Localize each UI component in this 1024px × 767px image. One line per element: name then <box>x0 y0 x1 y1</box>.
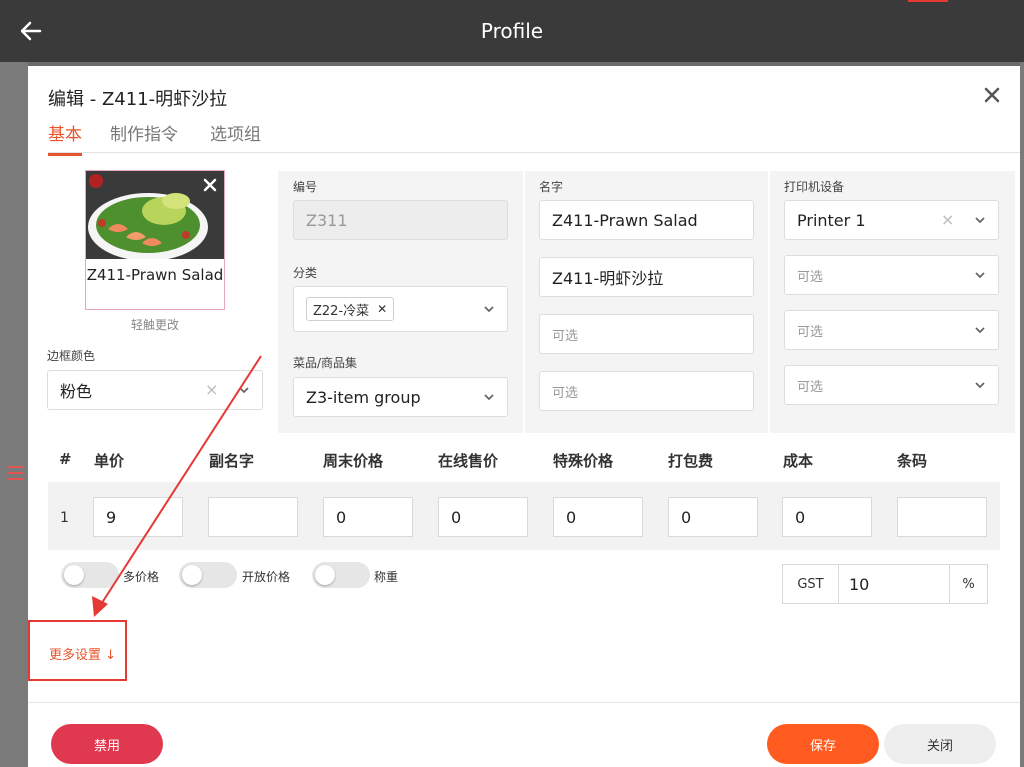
name-field-chinese[interactable]: Z411-明虾沙拉 <box>539 257 754 297</box>
tab-basic[interactable]: 基本 <box>48 120 82 156</box>
dialog-title: 编辑 - Z411-明虾沙拉 <box>48 89 228 110</box>
chevron-down-icon <box>484 306 494 313</box>
more-settings-link[interactable]: 更多设置 ↓ <box>49 644 116 663</box>
chevron-down-icon <box>975 327 985 334</box>
item-group-value: Z3-item group <box>306 387 421 407</box>
category-tag[interactable]: Z22-冷菜 ✕ <box>306 297 395 321</box>
barcode-input[interactable] <box>897 497 987 537</box>
clear-icon[interactable]: × <box>941 210 954 229</box>
chevron-down-icon <box>484 394 494 401</box>
name-value-chinese: Z411-明虾沙拉 <box>552 269 664 288</box>
column-header-packing-fee: 打包费 <box>668 452 714 470</box>
background-edge <box>1020 62 1024 767</box>
border-color-select[interactable]: 粉色 × <box>47 370 263 410</box>
disable-button[interactable]: 禁用 <box>51 724 163 764</box>
chevron-down-icon <box>975 382 985 389</box>
photo-item-name: Z411-Prawn Salad <box>86 266 224 284</box>
menu-icon[interactable] <box>8 466 24 480</box>
toggle-knob <box>315 565 335 585</box>
gst-input-group: GST 10 % <box>782 564 988 604</box>
open-price-toggle[interactable] <box>179 562 237 588</box>
column-header-barcode: 条码 <box>897 452 928 470</box>
column-header-weekend-price: 周末价格 <box>323 452 384 470</box>
tab-option-groups[interactable]: 选项组 <box>210 120 261 153</box>
placeholder-text: 可选 <box>797 379 824 395</box>
column-header-unit-price: 单价 <box>94 452 125 470</box>
special-price-input[interactable]: 0 <box>553 497 643 537</box>
column-header-cost: 成本 <box>783 452 814 470</box>
border-color-label: 边框颜色 <box>47 349 96 363</box>
photo-change-hint[interactable]: 轻触更改 <box>85 316 225 333</box>
column-header-online-price: 在线售价 <box>438 452 499 470</box>
category-label: 分类 <box>293 266 318 280</box>
code-value: Z311 <box>306 210 348 230</box>
printer-select-3[interactable]: 可选 <box>784 310 999 350</box>
printer-select-4[interactable]: 可选 <box>784 365 999 405</box>
tab-divider <box>48 152 1020 153</box>
cost-input[interactable]: 0 <box>782 497 872 537</box>
weighing-label: 称重 <box>374 570 399 584</box>
category-tag-label: Z22-冷菜 <box>313 303 370 319</box>
annotation-highlight-box: 更多设置 ↓ <box>28 620 127 681</box>
code-field: Z311 <box>293 200 508 240</box>
placeholder-text: 可选 <box>797 269 824 285</box>
item-group-label: 菜品/商品集 <box>293 356 358 370</box>
chevron-down-icon <box>975 272 985 279</box>
chevron-down-icon <box>975 217 985 224</box>
chevron-down-icon <box>239 387 249 394</box>
close-icon[interactable] <box>983 86 1001 104</box>
multi-price-label: 多价格 <box>123 570 160 584</box>
online-price-input[interactable]: 0 <box>438 497 528 537</box>
placeholder-text: 可选 <box>797 324 824 340</box>
border-color-value: 粉色 <box>60 382 93 401</box>
placeholder-text: 可选 <box>552 385 579 401</box>
remove-tag-icon[interactable]: ✕ <box>377 302 387 316</box>
clear-icon[interactable]: × <box>205 380 218 399</box>
item-group-select[interactable]: Z3-item group <box>293 377 508 417</box>
item-photo-card[interactable]: Z411-Prawn Salad <box>85 170 225 310</box>
code-label: 编号 <box>293 180 318 194</box>
tab-prep-instructions[interactable]: 制作指令 <box>110 120 178 153</box>
column-header-subname: 副名字 <box>209 452 255 470</box>
category-select[interactable]: Z22-冷菜 ✕ <box>293 286 508 332</box>
footer-divider <box>28 702 1020 703</box>
printer-select-1[interactable]: Printer 1 × <box>784 200 999 240</box>
open-price-label: 开放价格 <box>242 570 291 584</box>
gst-unit: % <box>949 565 987 603</box>
column-header-special-price: 特殊价格 <box>553 452 614 470</box>
remove-photo-icon[interactable] <box>203 178 217 192</box>
top-bar: Profile <box>0 0 1024 62</box>
notification-indicator <box>908 0 948 2</box>
printer-label: 打印机设备 <box>784 180 845 194</box>
save-button[interactable]: 保存 <box>767 724 879 764</box>
packing-fee-input[interactable]: 0 <box>668 497 758 537</box>
weighing-toggle[interactable] <box>312 562 370 588</box>
name-label: 名字 <box>539 180 564 194</box>
gst-label: GST <box>783 565 839 603</box>
multi-price-toggle[interactable] <box>61 562 119 588</box>
name-value-english: Z411-Prawn Salad <box>552 210 698 230</box>
name-field-optional-1[interactable]: 可选 <box>539 314 754 354</box>
name-field-optional-2[interactable]: 可选 <box>539 371 754 411</box>
names-panel: 名字 Z411-Prawn Salad Z411-明虾沙拉 可选 可选 <box>525 171 768 433</box>
code-category-panel: 编号 Z311 分类 Z22-冷菜 ✕ 菜品/商品集 Z3-item group <box>278 171 523 433</box>
column-header-index: # <box>59 450 72 468</box>
printers-panel: 打印机设备 Printer 1 × 可选 可选 可选 <box>770 171 1015 433</box>
close-button[interactable]: 关闭 <box>884 724 996 764</box>
unit-price-input[interactable]: 9 <box>93 497 183 537</box>
page-title: Profile <box>480 19 544 43</box>
row-index: 1 <box>60 510 69 526</box>
name-field-english[interactable]: Z411-Prawn Salad <box>539 200 754 240</box>
subname-input[interactable] <box>208 497 298 537</box>
gst-input[interactable]: 10 <box>849 565 869 603</box>
printer-select-2[interactable]: 可选 <box>784 255 999 295</box>
edit-item-dialog: 编辑 - Z411-明虾沙拉 基本 制作指令 选项组 Z411-Prawn Sa… <box>28 66 1020 767</box>
weekend-price-input[interactable]: 0 <box>323 497 413 537</box>
placeholder-text: 可选 <box>552 328 579 344</box>
background-sidebar <box>0 62 28 767</box>
toggle-knob <box>182 565 202 585</box>
printer-value: Printer 1 <box>797 210 866 230</box>
toggle-knob <box>64 565 84 585</box>
